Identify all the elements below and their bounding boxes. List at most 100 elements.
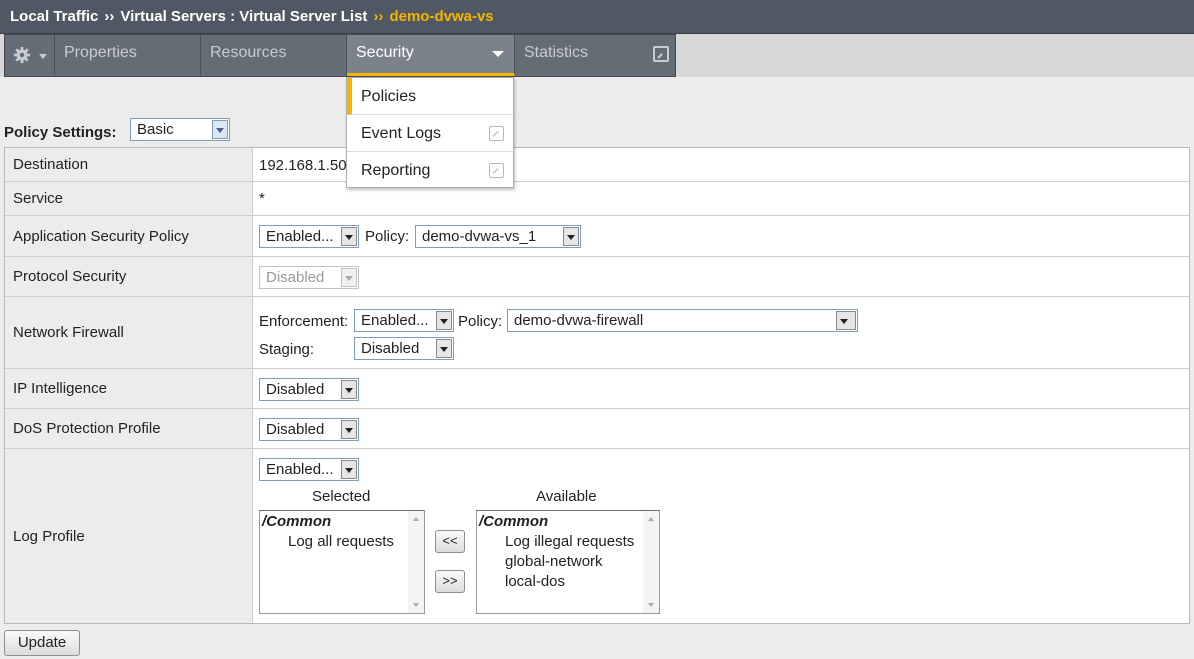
update-button[interactable]: Update xyxy=(4,630,80,656)
asp-policy-select[interactable]: demo-dvwa-vs_1 xyxy=(415,225,581,248)
row-label: Network Firewall xyxy=(5,297,253,368)
table-row-protocol-security: Protocol Security Disabled xyxy=(5,257,1189,297)
dos-profile-value: Disabled xyxy=(266,421,325,438)
external-link-icon xyxy=(489,126,504,141)
tab-security[interactable]: Security xyxy=(347,35,515,76)
staging-label: Staging: xyxy=(259,341,315,358)
chevron-down-icon xyxy=(563,227,579,246)
chevron-down-icon xyxy=(341,420,357,439)
staging-select[interactable]: Disabled xyxy=(354,337,454,360)
list-item[interactable]: global-network xyxy=(505,553,603,570)
list-item[interactable]: Log all requests xyxy=(288,533,394,550)
chevron-down-icon xyxy=(492,51,504,57)
chevron-down-icon xyxy=(341,380,357,399)
row-label: DoS Protection Profile xyxy=(5,409,253,448)
tab-strip: Properties Resources Security Statistics xyxy=(4,34,676,77)
asp-policy-label: Policy: xyxy=(365,228,410,245)
destination-value: 192.168.1.50 xyxy=(259,157,347,174)
selected-log-profiles-list[interactable]: /Common Log all requests xyxy=(259,510,425,614)
table-row-ip-intelligence: IP Intelligence Disabled xyxy=(5,369,1189,409)
move-left-button[interactable]: << xyxy=(435,530,465,553)
policy-settings-value: Basic xyxy=(137,121,174,138)
table-row-service: Service * xyxy=(5,182,1189,216)
row-label: IP Intelligence xyxy=(5,369,253,408)
asp-state-select[interactable]: Enabled... xyxy=(259,225,359,248)
table-row-dos-protection-profile: DoS Protection Profile Disabled xyxy=(5,409,1189,449)
available-header: Available xyxy=(536,488,597,505)
protocol-security-value: Disabled xyxy=(266,269,325,286)
list-item[interactable]: Log illegal requests xyxy=(505,533,634,550)
row-label: Log Profile xyxy=(5,449,253,623)
enforcement-label: Enforcement: xyxy=(259,313,349,330)
policy-settings-select[interactable]: Basic xyxy=(130,118,230,141)
firewall-policy-select[interactable]: demo-dvwa-firewall xyxy=(507,309,858,332)
ip-intelligence-select[interactable]: Disabled xyxy=(259,378,359,401)
tab-bar: Properties Resources Security Statistics xyxy=(0,34,1194,77)
scrollbar[interactable] xyxy=(643,511,659,613)
staging-value: Disabled xyxy=(361,340,420,357)
security-settings-table: Destination 192.168.1.50 Service * Appli… xyxy=(4,147,1190,624)
breadcrumb-current: demo-dvwa-vs xyxy=(389,8,494,25)
available-log-profiles-list[interactable]: /Common Log illegal requests global-netw… xyxy=(476,510,660,614)
firewall-policy-label: Policy: xyxy=(458,313,503,330)
log-profile-state-select[interactable]: Enabled... xyxy=(259,458,359,481)
table-row-destination: Destination 192.168.1.50 xyxy=(5,148,1189,182)
move-right-button[interactable]: >> xyxy=(435,570,465,593)
list-item[interactable]: local-dos xyxy=(505,573,565,590)
service-value: * xyxy=(259,190,265,207)
menu-item-label: Policies xyxy=(361,88,417,105)
breadcrumb-item[interactable]: Local Traffic xyxy=(10,8,98,25)
breadcrumb: Local Traffic ›› Virtual Servers : Virtual… xyxy=(0,0,1194,34)
selected-header: Selected xyxy=(312,488,371,505)
tab-properties[interactable]: Properties xyxy=(55,35,201,76)
chevron-down-icon xyxy=(436,311,452,330)
gear-icon xyxy=(13,46,31,64)
chevron-down-icon xyxy=(341,460,357,479)
external-link-icon xyxy=(653,46,669,62)
menu-item-event-logs[interactable]: Event Logs xyxy=(347,115,513,152)
enforcement-value: Enabled... xyxy=(361,312,429,329)
tab-statistics-label: Statistics xyxy=(524,44,589,61)
menu-item-label: Reporting xyxy=(361,162,431,179)
list-group-header: /Common xyxy=(262,513,332,530)
row-value: Disabled xyxy=(253,257,1189,296)
menu-item-reporting[interactable]: Reporting xyxy=(347,152,513,189)
tab-resources[interactable]: Resources xyxy=(201,35,347,76)
row-value: Enforcement: Enabled... Policy: demo-dvw… xyxy=(253,297,1189,368)
policy-settings-label: Policy Settings: xyxy=(4,124,117,141)
row-value: Enabled... Policy: demo-dvwa-vs_1 xyxy=(253,216,1189,256)
asp-state-value: Enabled... xyxy=(266,228,334,245)
security-dropdown-menu: Policies Event Logs Reporting xyxy=(346,77,514,188)
tab-security-label: Security xyxy=(356,44,414,61)
breadcrumb-separator: ›› xyxy=(373,8,384,25)
table-row-log-profile: Log Profile Enabled... Selected Availabl… xyxy=(5,449,1189,623)
tab-gear-menu[interactable] xyxy=(5,35,55,76)
chevron-down-icon xyxy=(341,227,357,246)
log-profile-state-value: Enabled... xyxy=(266,461,334,478)
scrollbar[interactable] xyxy=(408,511,424,613)
protocol-security-select: Disabled xyxy=(259,266,359,289)
row-value: Disabled xyxy=(253,369,1189,408)
row-label: Application Security Policy xyxy=(5,216,253,256)
external-link-icon xyxy=(489,163,504,178)
enforcement-select[interactable]: Enabled... xyxy=(354,309,454,332)
menu-item-label: Event Logs xyxy=(361,125,442,142)
row-label: Destination xyxy=(5,148,253,181)
breadcrumb-separator: ›› xyxy=(104,8,115,25)
breadcrumb-item[interactable]: Virtual Servers : Virtual Server List xyxy=(120,8,367,25)
table-row-network-firewall: Network Firewall Enforcement: Enabled...… xyxy=(5,297,1189,369)
row-label: Service xyxy=(5,182,253,215)
dos-profile-select[interactable]: Disabled xyxy=(259,418,359,441)
chevron-down-icon xyxy=(436,339,452,358)
asp-policy-value: demo-dvwa-vs_1 xyxy=(422,228,537,245)
menu-item-policies[interactable]: Policies xyxy=(347,78,513,115)
ip-intelligence-value: Disabled xyxy=(266,381,325,398)
row-label: Protocol Security xyxy=(5,257,253,296)
list-group-header: /Common xyxy=(479,513,549,530)
firewall-policy-value: demo-dvwa-firewall xyxy=(514,312,644,329)
chevron-down-icon xyxy=(341,268,357,287)
tab-statistics[interactable]: Statistics xyxy=(515,35,677,76)
chevron-down-icon xyxy=(836,311,856,330)
row-value: Disabled xyxy=(253,409,1189,448)
table-row-application-security-policy: Application Security Policy Enabled... P… xyxy=(5,216,1189,257)
